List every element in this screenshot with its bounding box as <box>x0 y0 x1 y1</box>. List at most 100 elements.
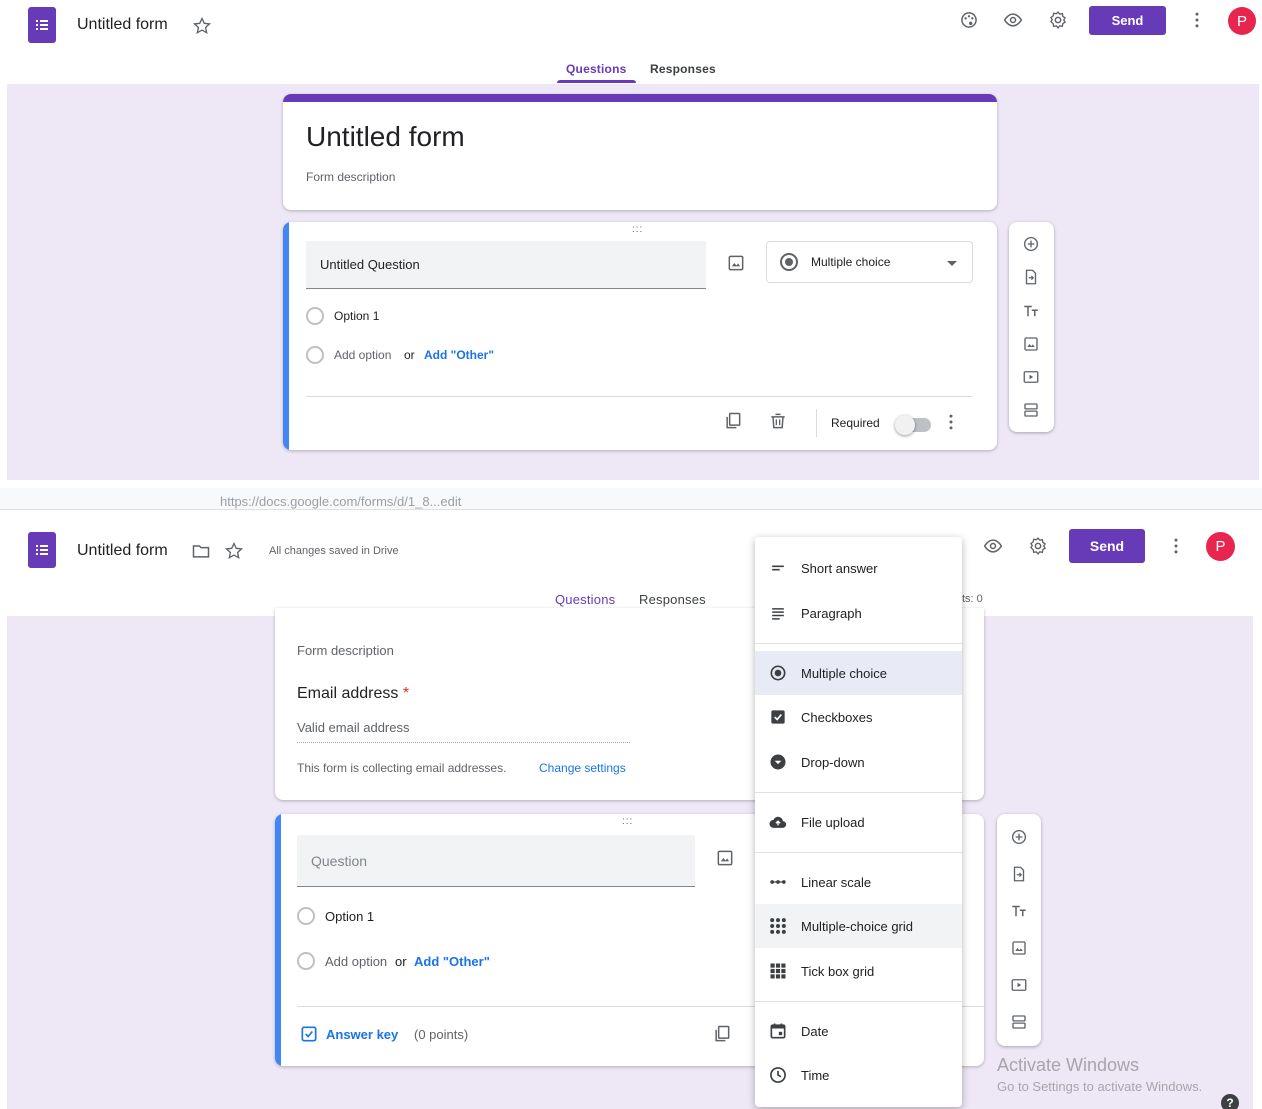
form-description[interactable]: Form description <box>306 170 395 184</box>
add-option-link[interactable]: Add option <box>325 954 387 969</box>
tab-responses[interactable]: Responses <box>650 62 716 76</box>
drag-handle-icon[interactable]: ::: <box>622 816 633 827</box>
menu-item-time[interactable]: Time <box>755 1053 962 1097</box>
help-icon[interactable]: ? <box>1221 1094 1239 1109</box>
email-address-label: Email address * <box>297 685 410 702</box>
add-image-icon[interactable] <box>1007 936 1031 960</box>
add-section-icon[interactable] <box>1007 1010 1031 1034</box>
duplicate-icon[interactable] <box>710 1022 734 1046</box>
add-other-link[interactable]: Add "Other" <box>414 954 490 969</box>
send-button[interactable]: Send <box>1089 6 1166 35</box>
settings-gear-icon[interactable] <box>1026 534 1050 558</box>
required-label: Required <box>831 416 880 430</box>
forms-logo[interactable] <box>28 7 56 43</box>
delete-icon[interactable] <box>766 409 790 433</box>
form-description[interactable]: Form description <box>297 643 394 658</box>
url-fragment[interactable]: https://docs.google.com/forms/d/1_8...ed… <box>220 494 461 509</box>
option-radio-icon <box>297 907 315 925</box>
add-question-icon[interactable] <box>1007 825 1031 849</box>
radio-selected-icon <box>780 253 798 271</box>
menu-divider <box>755 852 962 853</box>
menu-item-multiple-choice[interactable]: Multiple choice <box>755 651 962 695</box>
form-title[interactable]: Untitled form <box>306 121 465 153</box>
grid-squares-icon <box>755 961 801 981</box>
avatar[interactable]: P <box>1228 7 1256 35</box>
doc-title[interactable]: Untitled form <box>77 16 168 34</box>
import-questions-icon[interactable] <box>1019 265 1043 289</box>
add-title-icon[interactable] <box>1007 899 1031 923</box>
paragraph-icon <box>755 603 801 623</box>
option-1-label[interactable]: Option 1 <box>325 909 374 924</box>
send-button[interactable]: Send <box>1069 529 1145 563</box>
preview-eye-icon[interactable] <box>981 534 1005 558</box>
star-icon[interactable] <box>190 14 214 38</box>
option-1-label[interactable]: Option 1 <box>334 309 379 323</box>
answer-key-checkbox-icon[interactable] <box>297 1022 321 1046</box>
dropdown-icon <box>755 752 801 772</box>
preview-eye-icon[interactable] <box>1001 8 1025 32</box>
save-status: All changes saved in Drive <box>269 545 399 557</box>
star-icon[interactable] <box>222 539 246 563</box>
question-title-field[interactable]: Untitled Question <box>306 241 706 289</box>
list-icon <box>36 20 48 30</box>
required-toggle[interactable] <box>895 415 931 435</box>
email-placeholder: Valid email address <box>297 720 410 735</box>
avatar[interactable]: P <box>1206 532 1235 561</box>
duplicate-icon[interactable] <box>721 409 745 433</box>
menu-item-date[interactable]: Date <box>755 1009 962 1053</box>
menu-item-file-upload[interactable]: File upload <box>755 800 962 844</box>
drag-handle-icon[interactable]: ::: <box>632 224 643 235</box>
settings-gear-icon[interactable] <box>1046 8 1070 32</box>
menu-divider <box>755 643 962 644</box>
answer-key-link[interactable]: Answer key <box>326 1027 398 1042</box>
more-vert-icon[interactable] <box>1185 8 1209 32</box>
forms-logo[interactable] <box>28 532 56 568</box>
question-title-field[interactable]: Question <box>297 835 695 887</box>
add-question-icon[interactable] <box>1019 232 1043 256</box>
add-option-link[interactable]: Add option <box>334 348 391 362</box>
tab-questions[interactable]: Questions <box>555 592 615 607</box>
menu-item-linear-scale[interactable]: Linear scale <box>755 860 962 904</box>
or-text: or <box>395 954 407 969</box>
tab-responses[interactable]: Responses <box>639 592 706 607</box>
radio-icon <box>755 663 801 683</box>
points-label: (0 points) <box>414 1027 469 1042</box>
short-answer-icon <box>755 558 801 578</box>
add-option-radio-icon <box>306 346 324 364</box>
import-questions-icon[interactable] <box>1007 862 1031 886</box>
menu-item-paragraph[interactable]: Paragraph <box>755 591 962 635</box>
add-image-icon[interactable] <box>1019 332 1043 356</box>
activate-windows-title: Activate Windows <box>997 1055 1140 1075</box>
question-card[interactable]: ::: Untitled Question Multiple choice Op… <box>283 222 997 450</box>
list-icon <box>36 545 48 555</box>
menu-item-dropdown[interactable]: Drop-down <box>755 740 962 784</box>
change-settings-link[interactable]: Change settings <box>539 761 626 775</box>
more-vert-icon[interactable] <box>1164 534 1188 558</box>
menu-item-tick-box-grid[interactable]: Tick box grid <box>755 949 962 993</box>
tab-indicator <box>557 80 636 83</box>
add-section-icon[interactable] <box>1019 398 1043 422</box>
menu-item-multiple-choice-grid[interactable]: Multiple-choice grid <box>755 904 962 948</box>
question-type-menu: Short answer Paragraph Multiple choice C… <box>755 537 962 1107</box>
clock-icon <box>755 1065 801 1085</box>
more-vert-icon[interactable] <box>939 410 963 434</box>
question-type-select[interactable]: Multiple choice <box>766 241 973 283</box>
menu-item-short-answer[interactable]: Short answer <box>755 546 962 590</box>
or-text: or <box>404 348 415 362</box>
linear-scale-icon <box>755 872 801 892</box>
top-screenshot: Untitled form Send P Questions Responses… <box>0 0 1262 482</box>
tab-questions[interactable]: Questions <box>566 62 626 76</box>
add-title-icon[interactable] <box>1019 299 1043 323</box>
doc-title[interactable]: Untitled form <box>77 542 168 560</box>
form-header-card[interactable]: Untitled form Form description <box>283 94 997 210</box>
add-other-link[interactable]: Add "Other" <box>424 348 494 362</box>
palette-icon[interactable] <box>957 8 981 32</box>
floating-toolbar <box>997 814 1041 1046</box>
add-video-icon[interactable] <box>1019 365 1043 389</box>
folder-icon[interactable] <box>189 539 213 563</box>
add-image-icon[interactable] <box>724 251 748 275</box>
add-image-icon[interactable] <box>713 846 737 870</box>
calendar-icon <box>755 1021 801 1041</box>
add-video-icon[interactable] <box>1007 973 1031 997</box>
menu-item-checkboxes[interactable]: Checkboxes <box>755 695 962 739</box>
